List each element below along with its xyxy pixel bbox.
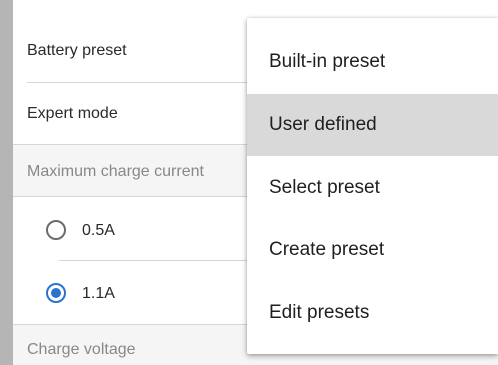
radio-unchecked[interactable] [46,220,66,240]
menu-item-edit-presets[interactable]: Edit presets [247,282,498,344]
menu-item-select-preset[interactable]: Select preset [247,157,498,219]
radio-checked[interactable] [46,283,66,303]
menu-item-create-preset[interactable]: Create preset [247,219,498,281]
section-title: Charge voltage [27,341,136,358]
preset-dropdown-menu: Built-in preset User defined Select pres… [247,18,498,354]
section-title: Maximum charge current [27,163,204,180]
radio-label: 1.1A [82,285,115,302]
menu-item-user-defined[interactable]: User defined [247,94,498,156]
menu-item-built-in-preset[interactable]: Built-in preset [247,31,498,93]
expert-mode-label: Expert mode [27,105,118,122]
battery-preset-label: Battery preset [27,42,127,59]
radio-label: 0.5A [82,222,115,239]
